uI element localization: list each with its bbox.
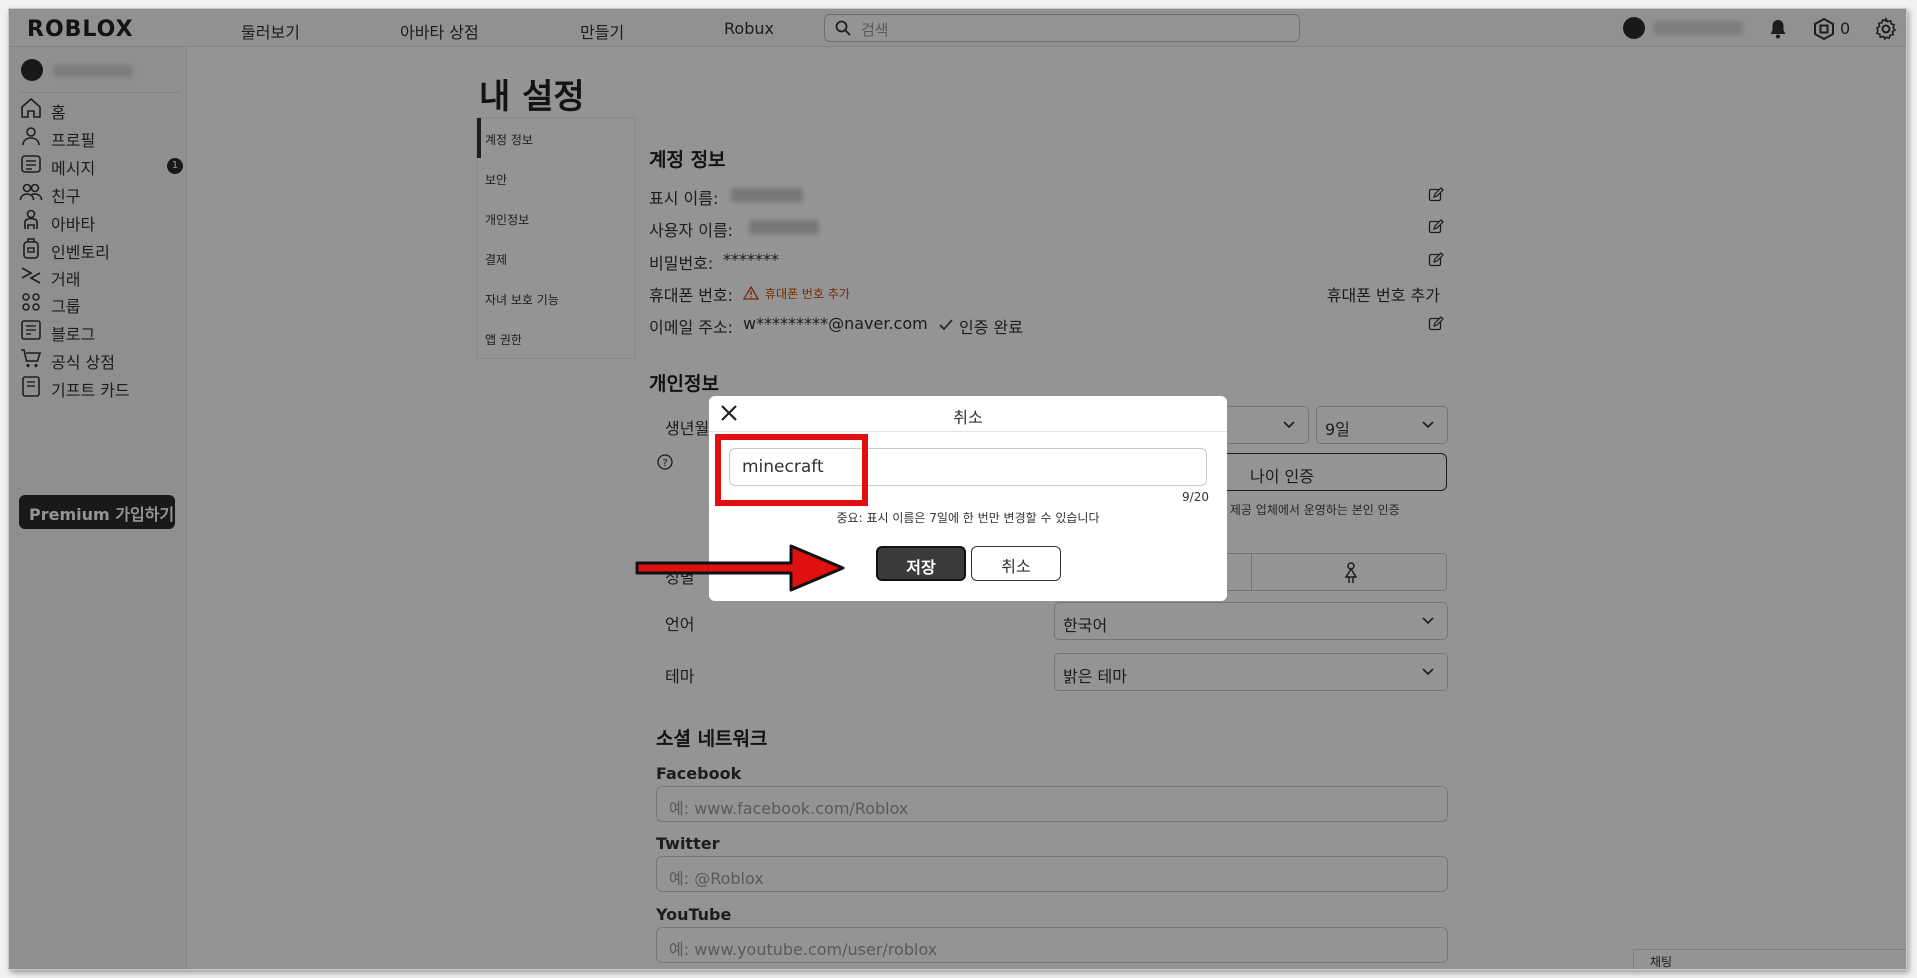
modal-title: 취소 [953,408,983,427]
char-counter: 9/20 [1182,490,1209,504]
input-highlight-box [715,434,868,506]
annotation-arrow-icon [635,544,845,592]
modal-divider [709,431,1227,432]
save-button[interactable]: 저장 [876,546,966,581]
cancel-button[interactable]: 취소 [971,546,1061,581]
modal-note: 중요: 표시 이름은 7일에 한 번만 변경할 수 있습니다 [836,511,1100,525]
browser-frame: ROBLOX 둘러보기 아바타 상점 만들기 Robux 검색 0 홈 프로필 [8,8,1907,970]
